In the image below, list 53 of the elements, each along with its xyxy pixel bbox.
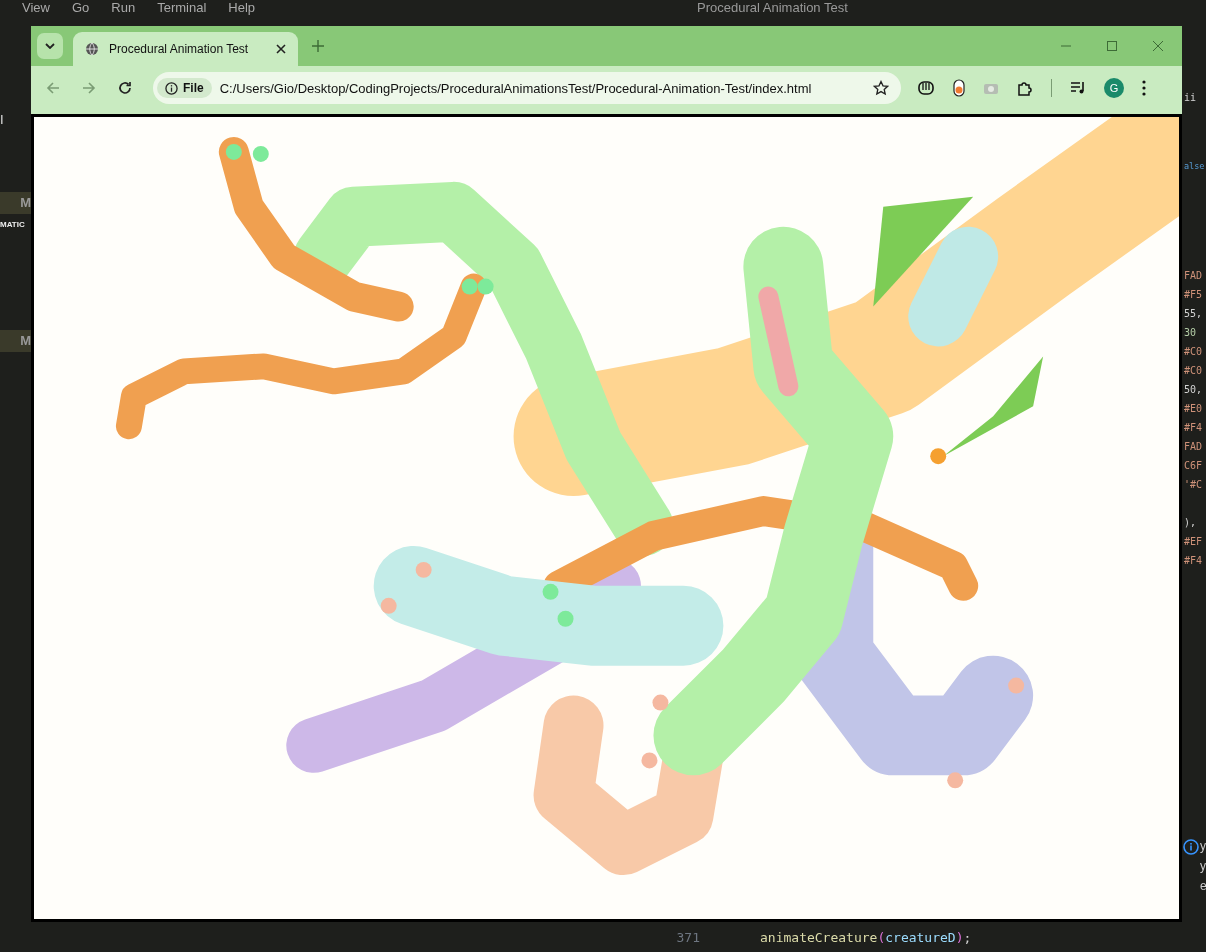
caret-icon — [45, 43, 55, 49]
sidebar-text: MATIC — [0, 219, 26, 231]
site-info-button[interactable]: File — [157, 78, 212, 98]
info-icon — [165, 81, 178, 95]
star-icon[interactable] — [873, 80, 889, 96]
line-number: 371 — [675, 930, 701, 945]
code-text: #F5 — [1183, 288, 1204, 302]
url-text: C:/Users/Gio/Desktop/CodingProjects/ProceduralAnimationsTest/Procedural-Animation-Test/index.html — [219, 80, 813, 96]
code-text: ), — [1183, 516, 1198, 530]
code-text: #C0 — [1183, 364, 1204, 378]
code-text: 50, — [1183, 383, 1204, 397]
menu-item[interactable]: View — [22, 1, 50, 14]
capsule-icon[interactable] — [953, 79, 965, 97]
close-icon[interactable] — [276, 44, 286, 54]
notification-text: e — [1200, 878, 1206, 895]
tab-search-button[interactable] — [37, 33, 63, 59]
sidebar-text: M — [0, 330, 31, 352]
code-text: FAD — [1183, 440, 1204, 454]
puzzle-icon[interactable] — [1017, 80, 1033, 96]
notification-text: y — [1200, 858, 1206, 875]
code-text: C6F — [1183, 459, 1204, 473]
maximize-icon[interactable] — [1106, 40, 1118, 52]
code-text: '#C — [1183, 478, 1204, 492]
sidebar-text: M — [0, 192, 31, 214]
code-text: #C0 — [1183, 345, 1204, 359]
code-text: #F4 — [1183, 421, 1204, 435]
reload-icon[interactable] — [117, 80, 133, 96]
code-text: #EF — [1183, 535, 1204, 549]
address-bar[interactable]: File C:/Users/Gio/Desktop/CodingProjects/ProceduralAnimationsTest/Procedural-Animation-Test/index.html — [153, 72, 901, 104]
menu-item[interactable]: Go — [71, 1, 90, 14]
menu-item[interactable]: Terminal — [157, 1, 207, 14]
code-text: alse — [1183, 160, 1206, 173]
globe-icon — [85, 42, 99, 56]
code-line: animateCreature(creatureD); — [760, 930, 972, 945]
browser-tab[interactable]: Procedural Animation Test — [73, 32, 298, 66]
code-text: 55, — [1183, 307, 1204, 321]
code-text: #F4 — [1183, 554, 1204, 568]
menu-item[interactable]: Help — [228, 1, 256, 14]
new-tab-icon[interactable] — [312, 40, 324, 52]
profile-avatar[interactable]: G — [1104, 78, 1124, 98]
playlist-icon[interactable] — [1070, 81, 1086, 95]
notification-text: y — [1200, 838, 1206, 855]
tab-title: Procedural Animation Test — [109, 42, 250, 56]
info-icon — [1183, 839, 1199, 855]
editor-title: Procedural Animation Test — [697, 1, 848, 14]
menu-icon[interactable] — [1142, 80, 1146, 96]
code-text: #E0 — [1183, 402, 1204, 416]
code-text: 30 — [1183, 326, 1198, 340]
fist-icon[interactable] — [917, 79, 935, 97]
code-text: FAD — [1183, 269, 1204, 283]
menu-item[interactable]: Run — [111, 1, 136, 14]
code-text: ii — [1183, 91, 1198, 105]
sidebar-text: I — [0, 112, 5, 129]
